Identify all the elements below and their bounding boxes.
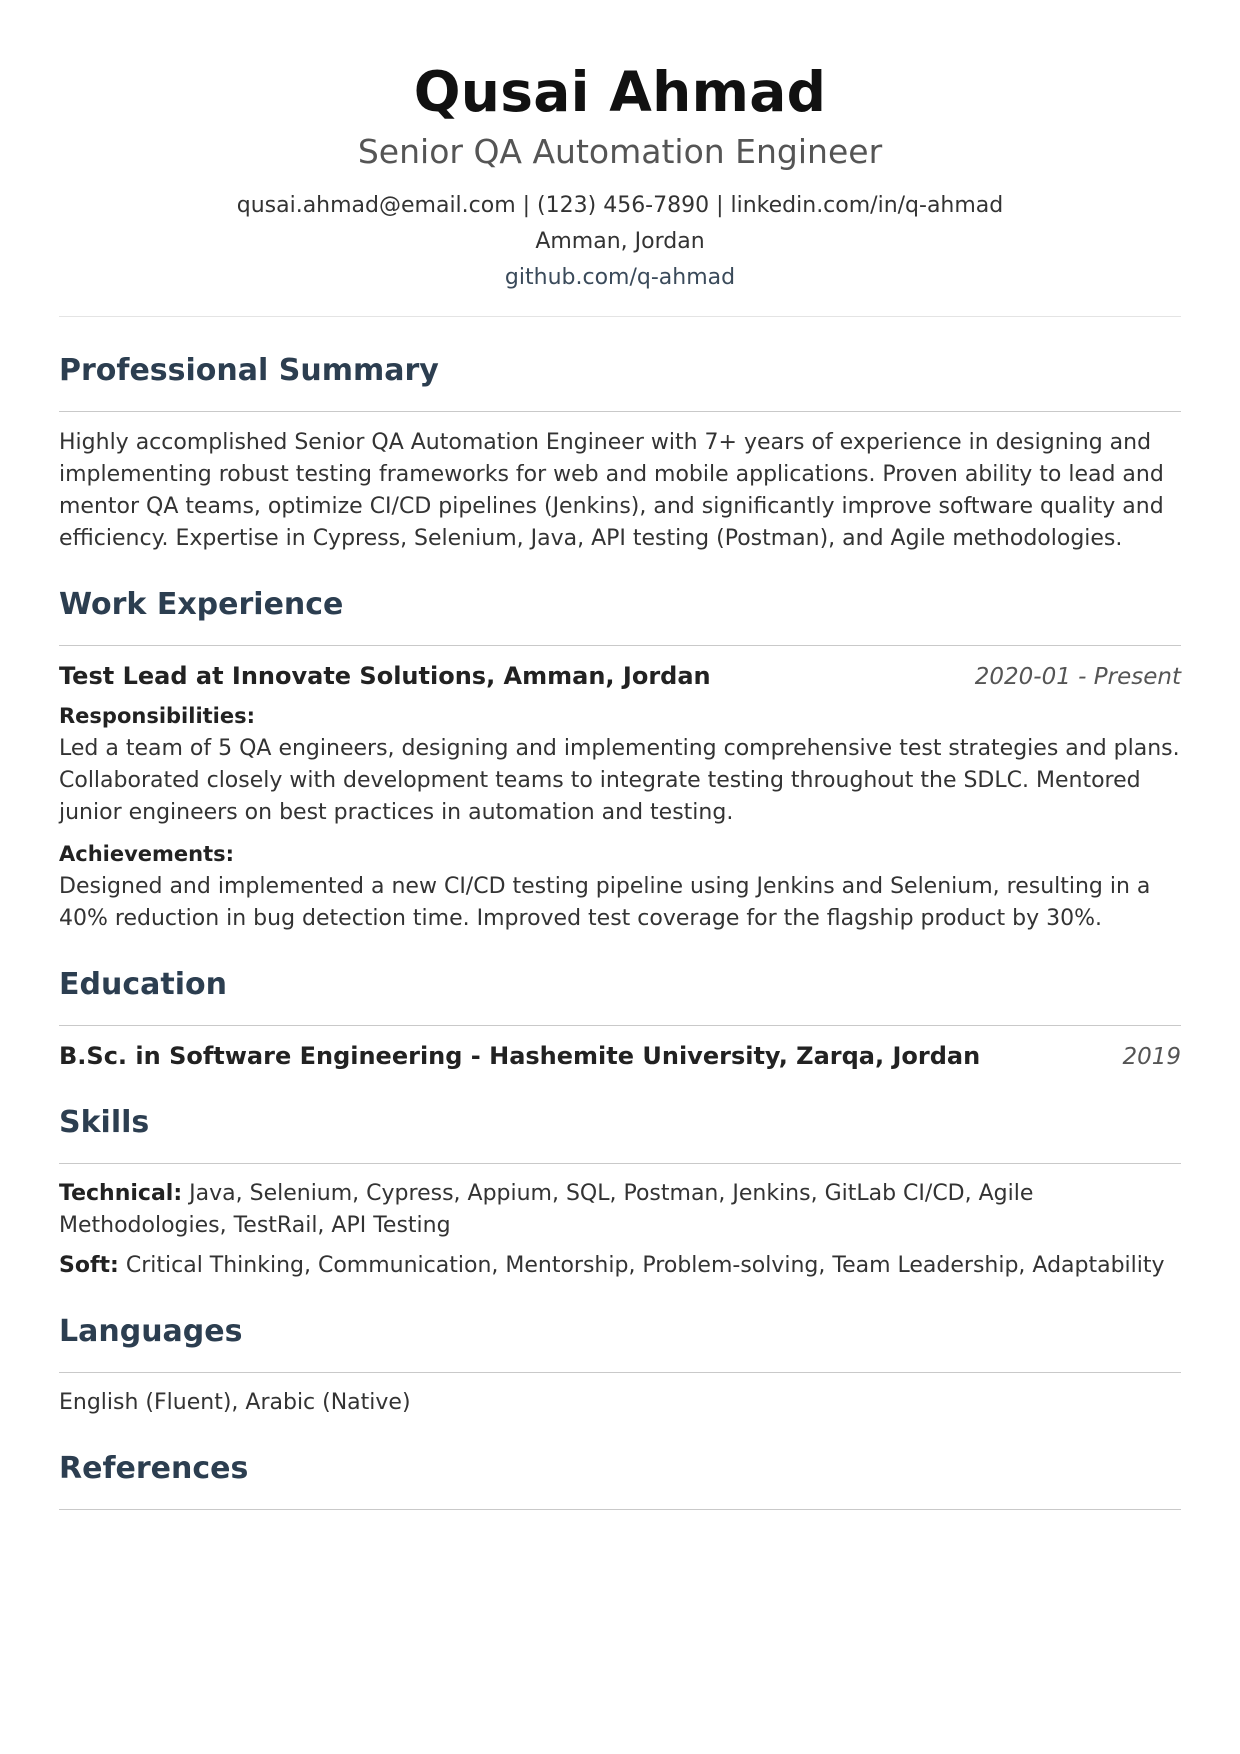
github-link[interactable]: github.com/q-ahmad: [505, 265, 735, 290]
soft-skills-list: Critical Thinking, Communication, Mentor…: [125, 1253, 1165, 1278]
skills-section: Skills Technical: Java, Selenium, Cypres…: [59, 1103, 1181, 1282]
section-divider: [59, 1372, 1181, 1373]
responsibilities-text: Led a team of 5 QA engineers, designing …: [59, 736, 1180, 825]
section-divider: [59, 1163, 1181, 1164]
job-title: Senior QA Automation Engineer: [357, 132, 883, 171]
contact-info: qusai.ahmad@email.com | (123) 456-7890 |…: [236, 193, 1004, 218]
location: Amman, Jordan: [535, 229, 705, 254]
languages-text: English (Fluent), Arabic (Native): [59, 1390, 411, 1415]
soft-skills: Soft: Critical Thinking, Communication, …: [59, 1250, 1181, 1282]
section-title-references: References: [59, 1451, 249, 1486]
technical-skills-list: Java, Selenium, Cypress, Appium, SQL, Po…: [59, 1181, 1034, 1238]
header-divider: [59, 316, 1181, 317]
section-title-summary: Professional Summary: [59, 353, 439, 388]
achievements-label: Achievements:: [59, 842, 235, 866]
job-entry-dates: 2020-01 - Present: [974, 664, 1181, 690]
education-section: Education B.Sc. in Software Engineering …: [59, 965, 1181, 1073]
graduation-year: 2019: [1122, 1044, 1181, 1070]
job-entry-header: Test Lead at Innovate Solutions, Amman, …: [59, 660, 1181, 693]
candidate-name: Qusai Ahmad: [413, 60, 827, 124]
section-divider: [59, 1509, 1181, 1510]
section-divider: [59, 411, 1181, 412]
summary-text: Highly accomplished Senior QA Automation…: [59, 430, 1164, 551]
section-title-languages: Languages: [59, 1314, 243, 1349]
summary-section: Professional Summary Highly accomplished…: [59, 351, 1181, 555]
degree-title: B.Sc. in Software Engineering - Hashemit…: [59, 1042, 981, 1070]
languages-section: Languages English (Fluent), Arabic (Nati…: [59, 1312, 1181, 1419]
section-divider: [59, 1025, 1181, 1026]
technical-skills-label: Technical:: [59, 1181, 183, 1206]
education-entry: B.Sc. in Software Engineering - Hashemit…: [59, 1040, 1181, 1073]
section-divider: [59, 645, 1181, 646]
section-title-skills: Skills: [59, 1105, 150, 1140]
technical-skills: Technical: Java, Selenium, Cypress, Appi…: [59, 1178, 1181, 1242]
section-title-experience: Work Experience: [59, 587, 344, 622]
soft-skills-label: Soft:: [59, 1253, 119, 1278]
experience-section: Work Experience Test Lead at Innovate So…: [59, 585, 1181, 935]
achievements-text: Designed and implemented a new CI/CD tes…: [59, 874, 1151, 931]
job-entry-title: Test Lead at Innovate Solutions, Amman, …: [59, 662, 711, 690]
references-section: References: [59, 1449, 1181, 1510]
section-title-education: Education: [59, 967, 227, 1002]
resume-page: Qusai Ahmad Senior QA Automation Enginee…: [0, 0, 1240, 1754]
responsibilities-label: Responsibilities:: [59, 704, 256, 728]
resume-header: Qusai Ahmad Senior QA Automation Enginee…: [59, 0, 1181, 296]
